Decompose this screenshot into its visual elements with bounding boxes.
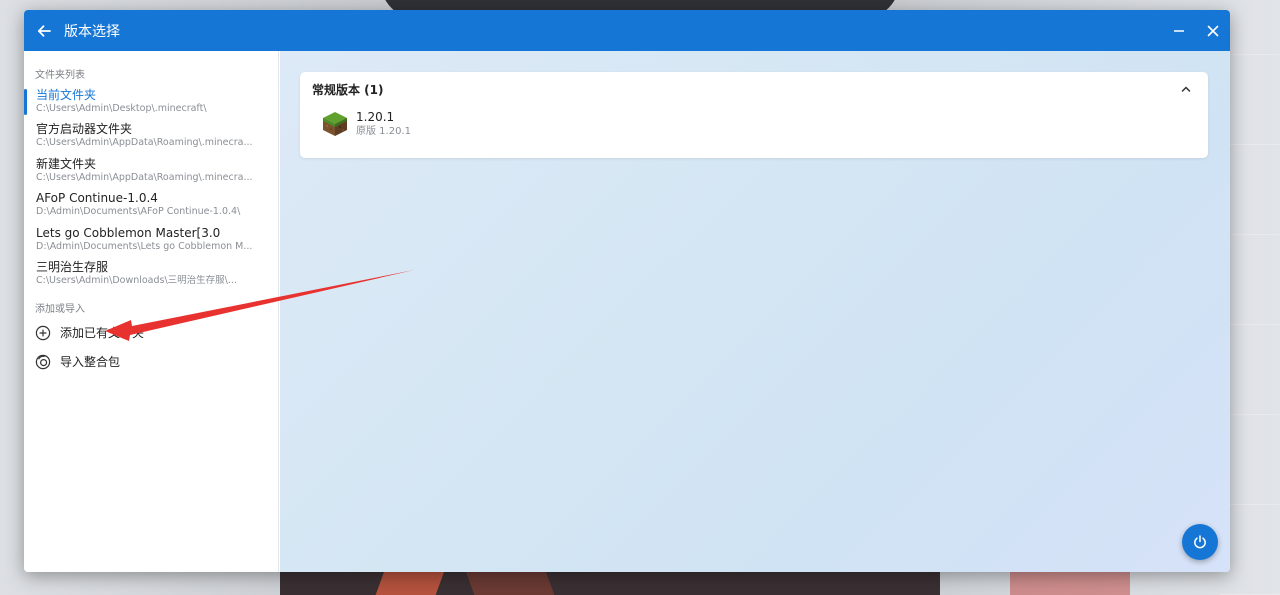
plus-circle-icon bbox=[35, 325, 51, 341]
folder-path: C:\Users\Admin\Downloads\三明治生存服\... bbox=[36, 274, 237, 286]
grass-block-icon bbox=[323, 112, 347, 136]
folder-path: D:\Admin\Documents\Lets go Cobblemon M..… bbox=[36, 240, 253, 252]
close-button[interactable] bbox=[1196, 10, 1230, 51]
import-modpack-button[interactable]: 导入整合包 bbox=[24, 347, 278, 376]
chevron-up-icon bbox=[1181, 86, 1191, 92]
power-button[interactable] bbox=[1182, 524, 1218, 560]
import-package-icon bbox=[35, 354, 51, 370]
folders-section-label: 文件夹列表 bbox=[35, 70, 85, 81]
folder-item-sandwich-server[interactable]: 三明治生存服 C:\Users\Admin\Downloads\三明治生存服\.… bbox=[24, 259, 278, 293]
folder-name: 三明治生存服 bbox=[36, 259, 109, 274]
close-icon bbox=[1207, 25, 1219, 36]
arrow-left-icon bbox=[37, 24, 51, 37]
folder-path: D:\Admin\Documents\AFoP Continue-1.0.4\ bbox=[36, 206, 241, 218]
add-import-section-label: 添加或导入 bbox=[35, 304, 85, 316]
folder-path: C:\Users\Admin\AppData\Roaming\.minecra.… bbox=[36, 137, 253, 149]
power-icon bbox=[1194, 535, 1206, 549]
add-existing-folder-label: 添加已有文件夹 bbox=[60, 326, 145, 341]
folder-item-cobblemon[interactable]: Lets go Cobblemon Master[3.0 D:\Admin\Do… bbox=[24, 225, 278, 259]
version-group-title: 常规版本 (1) bbox=[312, 82, 384, 97]
import-modpack-label: 导入整合包 bbox=[60, 355, 121, 370]
version-name: 1.20.1 bbox=[356, 110, 395, 124]
version-item[interactable]: 1.20.1 原版 1.20.1 bbox=[300, 106, 1208, 142]
version-subtitle: 原版 1.20.1 bbox=[356, 126, 411, 137]
version-select-window: 版本选择 文件夹列表 当前文件夹 C:\Users\Admin\Desktop\… bbox=[24, 10, 1230, 572]
folder-name: 当前文件夹 bbox=[36, 88, 97, 102]
collapse-button[interactable] bbox=[1176, 79, 1196, 99]
version-group-card: 常规版本 (1) 1.20.1 原版 1.20.1 bbox=[300, 72, 1208, 158]
title-bar: 版本选择 bbox=[24, 10, 1230, 51]
minimize-icon bbox=[1174, 29, 1184, 32]
folder-item-afop[interactable]: AFoP Continue-1.0.4 D:\Admin\Documents\A… bbox=[24, 190, 278, 224]
folder-path: C:\Users\Admin\Desktop\.minecraft\ bbox=[36, 103, 207, 114]
folder-name: AFoP Continue-1.0.4 bbox=[36, 191, 158, 206]
back-button[interactable] bbox=[24, 10, 64, 51]
folder-path: C:\Users\Admin\AppData\Roaming\.minecra.… bbox=[36, 171, 253, 183]
main-content: 常规版本 (1) 1.20.1 原版 1.20.1 bbox=[280, 51, 1230, 572]
version-group-header[interactable]: 常规版本 (1) bbox=[300, 72, 1208, 106]
folder-item-official-launcher[interactable]: 官方启动器文件夹 C:\Users\Admin\AppData\Roaming\… bbox=[24, 121, 278, 155]
add-existing-folder-button[interactable]: 添加已有文件夹 bbox=[24, 318, 278, 347]
sidebar: 文件夹列表 当前文件夹 C:\Users\Admin\Desktop\.mine… bbox=[24, 51, 279, 572]
folder-name: 新建文件夹 bbox=[36, 156, 97, 171]
folder-item-current[interactable]: 当前文件夹 C:\Users\Admin\Desktop\.minecraft\ bbox=[24, 87, 278, 121]
folder-item-new-folder[interactable]: 新建文件夹 C:\Users\Admin\AppData\Roaming\.mi… bbox=[24, 156, 278, 190]
minimize-button[interactable] bbox=[1162, 10, 1196, 51]
folder-name: Lets go Cobblemon Master[3.0 bbox=[36, 225, 221, 240]
folder-name: 官方启动器文件夹 bbox=[36, 122, 133, 137]
window-title: 版本选择 bbox=[64, 23, 120, 40]
